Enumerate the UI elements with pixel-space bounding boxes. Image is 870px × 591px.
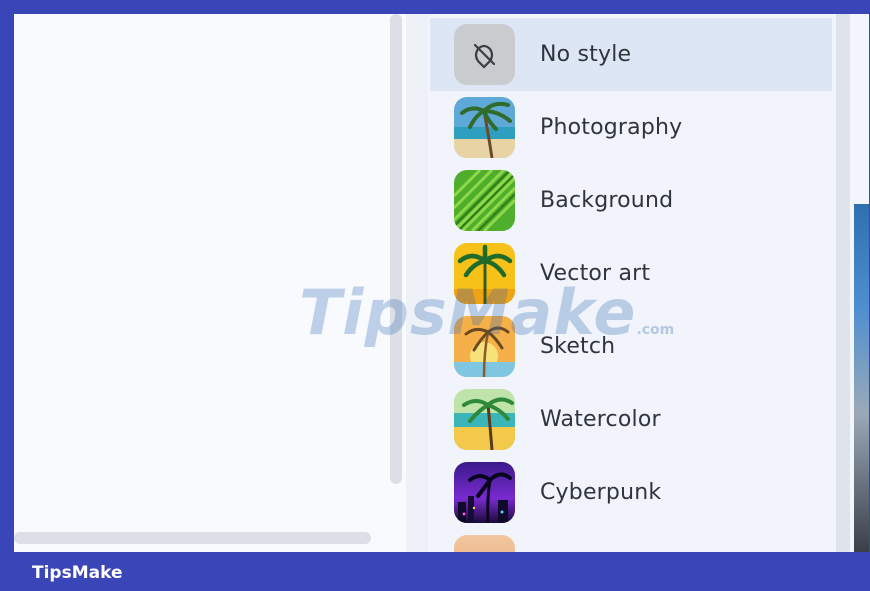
- background-thumbnail: [454, 170, 515, 231]
- watercolor-thumbnail: [454, 389, 515, 450]
- style-label: Background: [540, 188, 674, 213]
- app-window: No style Photography Background Vector a…: [14, 14, 869, 552]
- style-item-cyberpunk[interactable]: Cyberpunk: [430, 456, 832, 529]
- style-label: Watercolor: [540, 407, 661, 432]
- style-label: Sketch: [540, 334, 616, 359]
- cyberpunk-thumbnail: [454, 462, 515, 523]
- style-label: No style: [540, 42, 632, 67]
- partial-style-thumbnail: [454, 535, 515, 552]
- style-label: Photography: [540, 115, 683, 140]
- menu-scrollbar[interactable]: [836, 14, 850, 552]
- left-horizontal-scrollbar[interactable]: [14, 532, 371, 544]
- vector-art-thumbnail: [454, 243, 515, 304]
- prompt-panel: [14, 14, 406, 552]
- style-label: Vector art: [540, 261, 651, 286]
- sketch-thumbnail: [454, 316, 515, 377]
- style-item-sketch[interactable]: Sketch: [430, 310, 832, 383]
- photography-thumbnail: [454, 97, 515, 158]
- no-style-icon: [454, 24, 515, 85]
- style-menu: No style Photography Background Vector a…: [430, 14, 832, 552]
- left-vertical-scrollbar[interactable]: [390, 14, 402, 484]
- panel-gutter: [406, 14, 428, 552]
- style-label: Cyberpunk: [540, 480, 662, 505]
- style-item-photography[interactable]: Photography: [430, 91, 832, 164]
- preview-image-edge: [854, 204, 869, 552]
- style-item-partial[interactable]: [430, 529, 832, 552]
- footer-brand: TipsMake: [32, 563, 123, 583]
- style-item-no-style[interactable]: No style: [430, 18, 832, 91]
- style-item-vector-art[interactable]: Vector art: [430, 237, 832, 310]
- style-item-background[interactable]: Background: [430, 164, 832, 237]
- style-item-watercolor[interactable]: Watercolor: [430, 383, 832, 456]
